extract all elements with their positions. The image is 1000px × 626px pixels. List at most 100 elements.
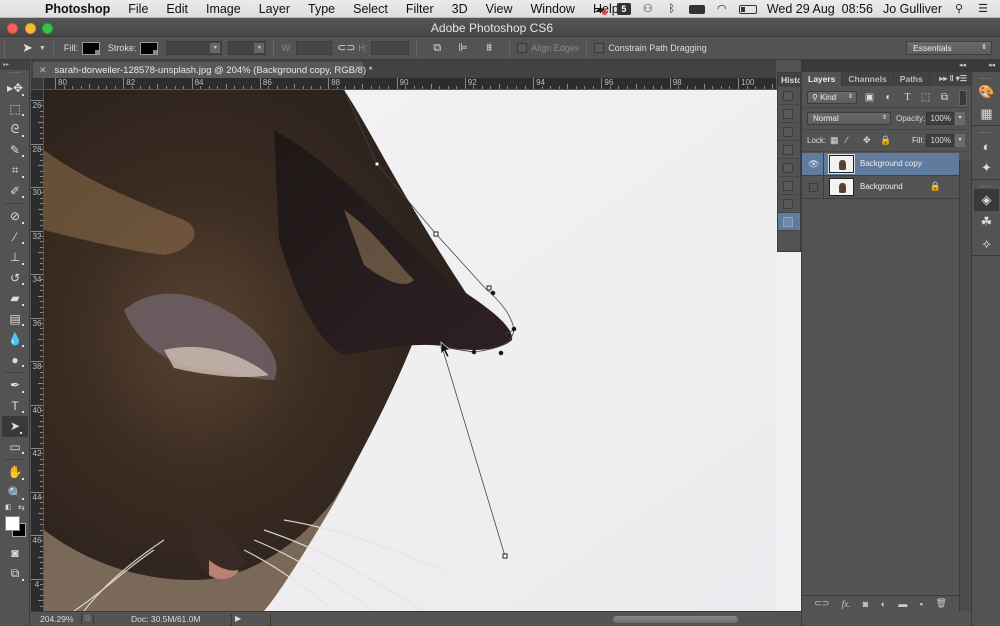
lock-image-pixels-icon[interactable]: ⁄ (846, 135, 848, 145)
menu-layer[interactable]: Layer (250, 0, 299, 18)
width-field[interactable] (296, 41, 333, 55)
document-canvas[interactable] (44, 90, 776, 611)
healing-brush-tool[interactable]: ⊘ (0, 206, 30, 227)
history-state-row[interactable] (778, 87, 800, 105)
binoculars-icon[interactable]: ⚇ (641, 3, 655, 15)
brush-tool[interactable]: ⁄ (0, 227, 30, 248)
menu-image[interactable]: Image (197, 0, 250, 18)
menu-edit[interactable]: Edit (157, 0, 197, 18)
minimize-window-button[interactable] (25, 23, 36, 34)
layer-visibility-toggle[interactable]: 👁 (802, 153, 824, 176)
wifi-icon[interactable]: ◠ (715, 3, 729, 15)
collapse-dock-icon[interactable]: ◂◂ (988, 61, 995, 69)
paths-panel-icon[interactable]: ⟡ (972, 233, 1000, 255)
history-state-row[interactable] (778, 213, 800, 231)
tool-preset-arrow-icon[interactable]: ➤ (22, 40, 33, 56)
menu-file[interactable]: File (119, 0, 157, 18)
screen-mode-button[interactable]: ⧉ (0, 564, 30, 585)
layer-style-fx-icon[interactable]: fx. (842, 599, 851, 609)
ruler-origin[interactable] (31, 78, 44, 90)
html5-icon[interactable]: 5 (616, 3, 631, 15)
color-panel-palette-icon[interactable]: 🎨 (972, 81, 1000, 103)
link-layers-icon[interactable]: ⊂⊃ (814, 598, 829, 609)
zoom-window-button[interactable] (42, 23, 53, 34)
stroke-type-dropdown[interactable]: ▾ (228, 41, 267, 55)
history-state-row[interactable] (778, 141, 800, 159)
new-group-folder-icon[interactable]: ▬ (898, 599, 907, 609)
height-field[interactable] (371, 41, 410, 55)
adjustment-layer-filter-icon[interactable]: ◐ (883, 92, 894, 103)
bluetooth-icon[interactable]: ᛒ (665, 3, 679, 15)
lock-icon[interactable]: 🔒 (930, 181, 941, 192)
zoom-level[interactable]: 204.29% (40, 614, 74, 624)
menu-app[interactable]: Photoshop (36, 0, 119, 18)
quick-mask-button[interactable]: ◙ (0, 543, 30, 564)
swap-colors-icon[interactable]: ⇆ (18, 503, 25, 512)
history-state-row[interactable] (778, 123, 800, 141)
path-operations-icon[interactable]: ⧉ (429, 41, 445, 55)
foreground-color-swatch[interactable] (5, 516, 20, 531)
filter-toggle-switch[interactable] (959, 90, 967, 106)
workspace-switcher[interactable]: Essentials ⇕ (906, 41, 992, 55)
styles-panel-fx-icon[interactable]: ✦ (972, 157, 1000, 179)
default-colors-icon[interactable]: ◧ (5, 503, 12, 511)
panel-menu-icon[interactable]: ▸▸ ‖ ▾☰ (939, 72, 971, 86)
dock-header[interactable]: ◂◂ (972, 60, 1000, 72)
tab-layers[interactable]: Layers (802, 72, 843, 86)
document-tab[interactable]: ✕ sarah-dorweiler-128578-unsplash.jpg @ 2… (33, 62, 372, 78)
layer-row-background[interactable]: Background 🔒 (802, 176, 959, 199)
options-bar-grip[interactable] (4, 39, 8, 57)
tools-panel-collapse-icon[interactable]: ▸▸ (0, 60, 29, 70)
gradient-tool[interactable]: ▤ (0, 309, 30, 330)
constrain-path-dragging-checkbox[interactable] (594, 43, 605, 53)
fill-swatch[interactable] (81, 41, 100, 55)
stroke-swatch[interactable] (140, 41, 159, 55)
smart-object-filter-icon[interactable]: ⧉ (939, 92, 950, 103)
history-state-row[interactable] (778, 159, 800, 177)
eyedropper-tool[interactable]: ✐ (0, 181, 30, 202)
pen-tool[interactable]: ✒ (0, 375, 30, 396)
status-share-icon[interactable]: ◎ (81, 613, 94, 625)
menu-filter[interactable]: Filter (397, 0, 443, 18)
stroke-width-dropdown[interactable]: ▾ (166, 41, 223, 55)
memory-icon[interactable] (688, 4, 705, 14)
clone-stamp-tool[interactable]: ⊥ (0, 247, 30, 268)
horizontal-ruler[interactable]: 80828486889092949698100102104106108110 (44, 78, 776, 90)
hand-tool[interactable]: ✋ (0, 462, 30, 483)
tab-channels[interactable]: Channels (842, 72, 894, 86)
layer-row-background-copy[interactable]: 👁 Background copy (802, 153, 959, 176)
type-layer-filter-icon[interactable]: T (902, 92, 913, 103)
delete-layer-trash-icon[interactable]: 🗑 (935, 598, 946, 609)
link-icon[interactable]: ⊂⊃ (337, 41, 355, 55)
pixel-layer-filter-icon[interactable]: ▣ (864, 92, 875, 103)
menu-window[interactable]: Window (522, 0, 584, 18)
close-document-icon[interactable]: ✕ (39, 65, 47, 75)
tab-paths[interactable]: Paths (894, 72, 930, 86)
adjustment-layer-icon[interactable]: ◐ (881, 599, 886, 609)
path-selection-tool[interactable]: ➤ (2, 416, 28, 437)
lock-position-icon[interactable]: ✥ (863, 135, 871, 146)
blend-mode-dropdown[interactable]: Normal ⇕ (807, 112, 891, 125)
history-state-row[interactable] (778, 195, 800, 213)
rectangle-tool[interactable]: ▭ (0, 437, 30, 458)
battery-icon[interactable] (738, 4, 757, 14)
move-tool[interactable]: ▸✥ (0, 78, 30, 99)
creative-cloud-icon[interactable]: ☁ (593, 3, 607, 15)
user-name[interactable]: Jo Gulliver (883, 2, 942, 16)
add-mask-icon[interactable]: ◙ (863, 599, 868, 609)
type-tool[interactable]: T (0, 396, 30, 417)
lasso-tool[interactable]: ᘓ (0, 119, 30, 140)
filter-kind-dropdown[interactable]: ⚲ Kind ⇕ (807, 91, 857, 104)
layer-name[interactable]: Background copy (860, 159, 922, 168)
menu-3d[interactable]: 3D (443, 0, 477, 18)
history-tab[interactable]: Histo (778, 73, 800, 87)
horizontal-scrollbar[interactable] (613, 616, 738, 623)
dodge-tool[interactable]: ● (0, 350, 30, 371)
history-state-row[interactable] (778, 105, 800, 123)
channels-panel-icon[interactable]: ☘ (972, 211, 1000, 233)
shape-layer-filter-icon[interactable]: ⬚ (920, 92, 931, 103)
swatches-panel-grid-icon[interactable]: ▦ (972, 103, 1000, 125)
notification-center-icon[interactable]: ☰ (976, 3, 990, 15)
eraser-tool[interactable]: ▰ (0, 288, 30, 309)
marquee-tool[interactable]: ⬚ (0, 99, 30, 120)
